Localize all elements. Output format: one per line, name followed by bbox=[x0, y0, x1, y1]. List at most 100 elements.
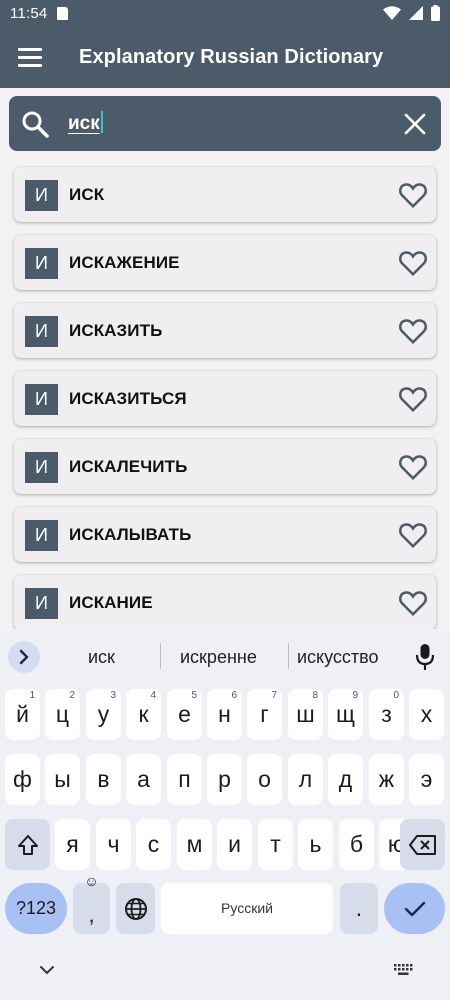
letter-badge: И bbox=[25, 588, 58, 619]
letter-key[interactable]: ы bbox=[45, 754, 80, 805]
word-label: ИСКАЖЕНИЕ bbox=[69, 253, 180, 272]
letter-key[interactable]: й1 bbox=[5, 689, 40, 740]
status-icons bbox=[383, 5, 440, 21]
keyboard-switch-icon[interactable] bbox=[394, 964, 414, 976]
word-list-item[interactable]: И ИСКАЗИТЬСЯ bbox=[14, 371, 436, 426]
expand-toolbar-button[interactable] bbox=[8, 641, 40, 673]
word-list-item[interactable]: И ИСКАЛЕЧИТЬ bbox=[14, 439, 436, 494]
letter-key[interactable]: н6 bbox=[207, 689, 242, 740]
letter-key[interactable]: ь bbox=[298, 819, 333, 870]
emoji-comma-key[interactable]: ☺ , bbox=[73, 873, 110, 934]
suggestion-divider bbox=[160, 643, 161, 669]
favorite-heart-icon[interactable] bbox=[398, 520, 428, 550]
key-label: г bbox=[260, 701, 269, 727]
letter-key[interactable]: л bbox=[288, 754, 323, 805]
word-list-item[interactable]: И ИСКАЛЫВАТЬ bbox=[14, 507, 436, 562]
letter-key[interactable]: б bbox=[339, 819, 374, 870]
letter-key[interactable]: з0 bbox=[369, 689, 404, 740]
favorite-heart-icon[interactable] bbox=[398, 452, 428, 482]
letter-key[interactable]: я bbox=[55, 819, 90, 870]
letter-key[interactable]: р bbox=[207, 754, 242, 805]
key-number-hint: 1 bbox=[29, 690, 35, 701]
key-label: с bbox=[147, 831, 160, 857]
word-list-item[interactable]: И ИСК bbox=[14, 167, 436, 222]
favorite-heart-icon[interactable] bbox=[398, 316, 428, 346]
letter-key[interactable]: к4 bbox=[126, 689, 161, 740]
suggestion-item[interactable]: иск bbox=[88, 647, 115, 668]
letter-key[interactable]: в bbox=[86, 754, 121, 805]
suggestion-divider bbox=[288, 643, 289, 669]
letter-key[interactable]: о bbox=[247, 754, 282, 805]
app-header: 11:54 Explanatory Russian Dictionary bbox=[0, 0, 450, 88]
letter-badge: И bbox=[25, 180, 58, 211]
key-label: р bbox=[218, 766, 231, 792]
letter-key[interactable]: ч bbox=[96, 819, 131, 870]
favorite-heart-icon[interactable] bbox=[398, 180, 428, 210]
letter-key[interactable]: с bbox=[136, 819, 171, 870]
symbols-key[interactable]: ?123 bbox=[5, 883, 67, 934]
favorite-heart-icon[interactable] bbox=[398, 248, 428, 278]
key-label: о bbox=[258, 766, 271, 792]
globe-icon bbox=[124, 898, 147, 920]
key-label: ц bbox=[55, 701, 70, 727]
key-label: ф bbox=[13, 766, 32, 792]
letter-key[interactable]: ц2 bbox=[45, 689, 80, 740]
chevron-down-icon[interactable] bbox=[39, 965, 55, 975]
letter-badge: И bbox=[25, 452, 58, 483]
suggestion-item[interactable]: искусство bbox=[297, 647, 379, 668]
search-bar[interactable]: иск bbox=[9, 96, 441, 151]
sd-card-icon bbox=[57, 7, 68, 20]
letter-key[interactable]: щ9 bbox=[328, 689, 363, 740]
letter-key[interactable]: ш8 bbox=[288, 689, 323, 740]
key-label: л bbox=[298, 766, 313, 792]
microphone-icon[interactable] bbox=[414, 643, 436, 671]
search-input[interactable]: иск bbox=[68, 111, 103, 135]
key-number-hint: 4 bbox=[150, 690, 156, 701]
enter-key[interactable] bbox=[384, 883, 445, 934]
word-list-item[interactable]: И ИСКАЗИТЬ bbox=[14, 303, 436, 358]
chevron-right-icon bbox=[19, 649, 29, 665]
on-screen-keyboard: иск искренне искусство й1ц2у3к4е5н6г7ш8щ… bbox=[0, 631, 450, 1000]
battery-icon bbox=[431, 5, 440, 21]
word-label: ИСКАНИЕ bbox=[69, 593, 153, 612]
backspace-key[interactable] bbox=[400, 819, 445, 870]
letter-key[interactable]: т bbox=[258, 819, 293, 870]
letter-key[interactable]: ж bbox=[369, 754, 404, 805]
letter-key[interactable]: г7 bbox=[247, 689, 282, 740]
key-label: ь bbox=[309, 831, 322, 857]
key-label: и bbox=[228, 831, 241, 857]
check-icon bbox=[404, 901, 425, 917]
word-list-item[interactable]: И ИСКАЖЕНИЕ bbox=[14, 235, 436, 290]
word-label: ИСКАЛЫВАТЬ bbox=[69, 525, 192, 544]
key-label: ш bbox=[296, 701, 315, 727]
letter-key[interactable]: п bbox=[167, 754, 202, 805]
key-label: э bbox=[420, 766, 433, 792]
letter-key[interactable]: э bbox=[409, 754, 444, 805]
key-label: н bbox=[218, 701, 231, 727]
word-label: ИСКАЗИТЬ bbox=[69, 321, 163, 340]
key-number-hint: 6 bbox=[231, 690, 237, 701]
favorite-heart-icon[interactable] bbox=[398, 588, 428, 618]
key-number-hint: 9 bbox=[352, 690, 358, 701]
letter-key[interactable]: и bbox=[217, 819, 252, 870]
letter-key[interactable]: х bbox=[409, 689, 444, 740]
clear-icon[interactable] bbox=[403, 112, 427, 136]
letter-key[interactable]: д bbox=[328, 754, 363, 805]
word-list[interactable]: И ИСК И ИСКАЖЕНИЕ И ИСКАЗИТЬ И ИСКАЗИТЬС… bbox=[0, 159, 450, 629]
word-list-item[interactable]: И ИСКАНИЕ bbox=[14, 575, 436, 629]
letter-key[interactable]: м bbox=[177, 819, 212, 870]
language-key[interactable] bbox=[116, 883, 155, 934]
letter-badge: И bbox=[25, 248, 58, 279]
menu-button[interactable] bbox=[16, 46, 44, 68]
space-key[interactable]: Русский bbox=[161, 883, 333, 934]
shift-key[interactable] bbox=[5, 819, 50, 870]
period-key[interactable]: . bbox=[340, 883, 378, 934]
key-label: п bbox=[178, 766, 191, 792]
word-label: ИСКАЛЕЧИТЬ bbox=[69, 457, 188, 476]
suggestion-item[interactable]: искренне bbox=[180, 647, 257, 668]
favorite-heart-icon[interactable] bbox=[398, 384, 428, 414]
letter-key[interactable]: у3 bbox=[86, 689, 121, 740]
letter-key[interactable]: е5 bbox=[167, 689, 202, 740]
letter-key[interactable]: ф bbox=[5, 754, 40, 805]
letter-key[interactable]: а bbox=[126, 754, 161, 805]
